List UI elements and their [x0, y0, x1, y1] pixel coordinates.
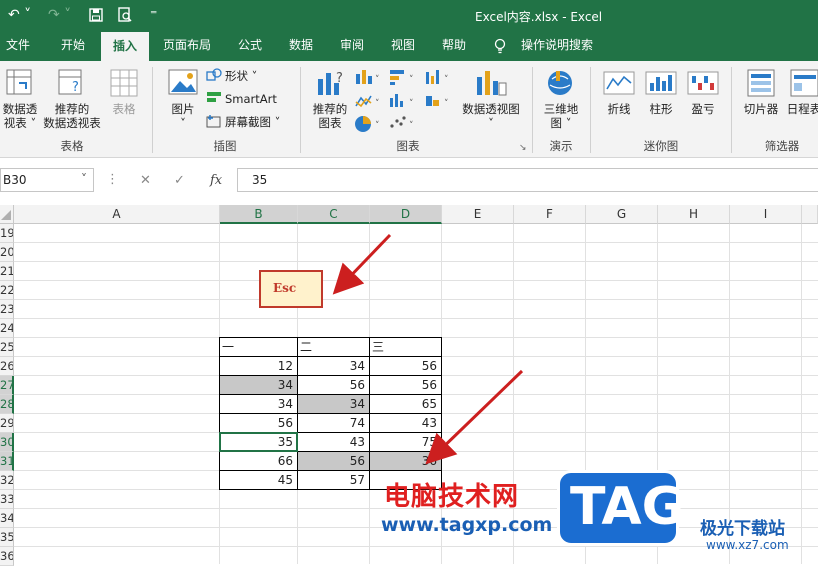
arrow-to-d31	[425, 369, 524, 465]
site-name: 极光下载站	[700, 519, 785, 539]
arrow-to-esc	[332, 233, 392, 295]
site-url: www.xz7.com	[706, 538, 789, 552]
watermark-url: www.tagxp.com	[381, 514, 553, 536]
tag-logo: TAG	[557, 470, 684, 546]
watermark-text-cn: 电脑技术网	[384, 482, 520, 512]
